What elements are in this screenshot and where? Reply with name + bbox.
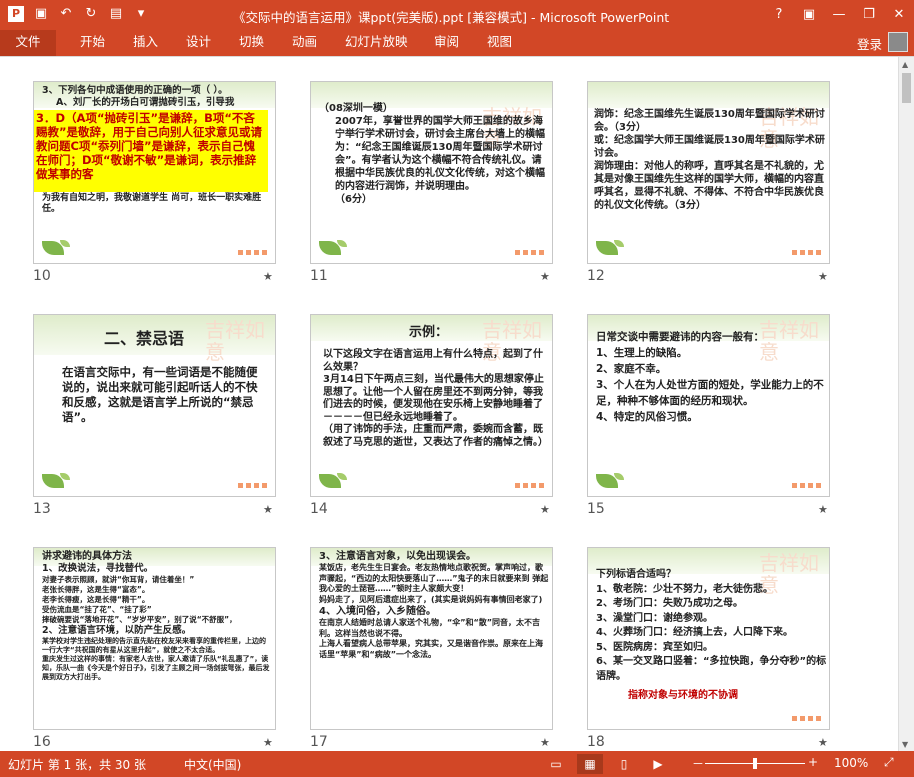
slide-text: 润饰：纪念王国维先生诞辰130周年暨国际学术研讨会。（3分） 或：纪念国学大师王… [594, 109, 825, 211]
slideshow-view-icon[interactable]: ▶ [645, 754, 671, 774]
star-icon[interactable]: ★ [263, 503, 273, 516]
scroll-up-icon[interactable]: ▲ [902, 60, 908, 69]
slide-number: 18 [587, 734, 605, 750]
slide-thumbnail-15[interactable]: 吉祥如意 日常交谈中需要避讳的内容一般有： 1、生理上的缺陷。 2、家庭不幸。 … [587, 314, 830, 497]
slide-number: 10 [33, 268, 51, 284]
tab-slideshow[interactable]: 幻灯片放映 [345, 30, 408, 56]
restore-button[interactable]: ❐ [854, 0, 884, 30]
scroll-thumb[interactable] [902, 73, 911, 103]
star-icon[interactable]: ★ [263, 736, 273, 749]
star-icon[interactable]: ★ [818, 270, 828, 283]
normal-view-icon[interactable]: ▭ [543, 754, 569, 774]
slide-thumbnail-18[interactable]: 吉祥如意 下列标语合适吗？ 1、敬老院：少壮不努力，老大徒伤悲。 2、考场门口：… [587, 547, 830, 730]
slide-text: 在语言交际中，有一些词语是不能随便说的，说出来就可能引起听话人的不快和反感，这就… [62, 365, 258, 424]
vertical-scrollbar[interactable]: ▲ ▼ [898, 57, 914, 752]
slide-number: 11 [310, 268, 328, 284]
zoom-level[interactable]: 100% [834, 756, 868, 770]
dots-decoration [238, 483, 267, 488]
slide-heading: 二、禁忌语 [104, 329, 185, 348]
dots-decoration [792, 716, 821, 721]
fit-to-window-icon[interactable]: ⤢ [884, 755, 894, 770]
save-icon[interactable]: ▣ [33, 6, 49, 22]
slide-sorter-view-icon[interactable]: ▦ [577, 754, 603, 774]
tab-animations[interactable]: 动画 [292, 30, 317, 56]
tab-review[interactable]: 审阅 [434, 30, 459, 56]
slide-note: 指称对象与环境的不协调 [628, 690, 738, 701]
slide-text: 日常交谈中需要避讳的内容一般有： 1、生理上的缺陷。 2、家庭不幸。 3、个人在… [596, 331, 824, 423]
powerpoint-logo-icon: P [8, 6, 24, 22]
slide-text: 以下这段文字在语言运用上有什么特点，起到了什么效果？ 3月14日下午两点三刻，当… [323, 349, 548, 448]
login-link[interactable]: 登录 [857, 34, 882, 53]
dots-decoration [515, 483, 544, 488]
window-title: 《交际中的语言运用》课ppt(完美版).ppt [兼容模式] - Microso… [233, 10, 670, 25]
slide-thumbnail-13[interactable]: 吉祥如意 二、禁忌语 在语言交际中，有一些词语是不能随便说的，说出来就可能引起听… [33, 314, 276, 497]
watermark: 吉祥如意 [205, 318, 265, 364]
dots-decoration [792, 483, 821, 488]
tab-view[interactable]: 视图 [487, 30, 512, 56]
ribbon-display-icon[interactable]: ▣ [794, 0, 824, 30]
zoom-out-button[interactable]: － [692, 755, 704, 772]
slide-text-tail: 为我有自知之明，我敬谢道学生 尚可，班长一职实难胜任。 [42, 193, 262, 214]
language-status[interactable]: 中文(中国) [184, 756, 241, 773]
help-icon[interactable]: ? [764, 0, 794, 30]
slide-thumbnail-11[interactable]: 吉祥如意 （08深圳一模） 2007年，享誉世界的国学大师王国维的故乡海宁举行学… [310, 81, 553, 264]
slide-sorter: 3、下列各句中成语使用的正确的一项（ ）。 A、刘厂长的开场白可谓抛砖引玉，引导… [0, 56, 914, 752]
slide-thumbnail-14[interactable]: 吉祥如意 示例： 以下这段文字在语言运用上有什么特点，起到了什么效果？ 3月14… [310, 314, 553, 497]
presentation-icon[interactable]: ▤ [108, 6, 124, 22]
zoom-slider-thumb[interactable] [753, 758, 757, 769]
avatar[interactable] [888, 32, 908, 52]
slide-thumbnail-10[interactable]: 3、下列各句中成语使用的正确的一项（ ）。 A、刘厂长的开场白可谓抛砖引玉，引导… [33, 81, 276, 264]
zoom-in-button[interactable]: + [808, 755, 818, 769]
tab-home[interactable]: 开始 [80, 30, 105, 56]
minimize-button[interactable]: — [824, 0, 854, 30]
quick-access-toolbar: P ▣ ↶ ↻ ▤ ▾ [8, 6, 149, 22]
dots-decoration [238, 250, 267, 255]
tab-transitions[interactable]: 切换 [239, 30, 264, 56]
slide-thumbnail-17[interactable]: 3、注意语言对象，以免出现误会。 某饭店，老先生生日宴会。老友热情地点歌祝贺。掌… [310, 547, 553, 730]
slide-heading: 示例： [409, 325, 449, 340]
tab-insert[interactable]: 插入 [133, 30, 158, 56]
ribbon-tabs: 文件 开始 插入 设计 切换 动画 幻灯片放映 审阅 视图 登录 [0, 30, 914, 56]
slide-count-status: 幻灯片 第 1 张，共 30 张 [8, 758, 146, 772]
slide-text: （08深圳一模） 2007年，享誉世界的国学大师王国维的故乡海宁举行学术研讨会，… [319, 103, 545, 205]
star-icon[interactable]: ★ [818, 736, 828, 749]
title-bar: P ▣ ↶ ↻ ▤ ▾ 《交际中的语言运用》课ppt(完美版).ppt [兼容模… [0, 0, 914, 30]
tab-file[interactable]: 文件 [0, 30, 56, 56]
tab-design[interactable]: 设计 [186, 30, 211, 56]
redo-icon[interactable]: ↻ [83, 6, 99, 22]
undo-icon[interactable]: ↶ [58, 6, 74, 22]
slide-number: 12 [587, 268, 605, 284]
answer-highlight: 3．D（A项“抛砖引玉”是谦辞，B项“不吝赐教”是敬辞，用于自己向别人征求意见或… [34, 110, 268, 192]
customize-icon[interactable]: ▾ [133, 6, 149, 22]
slide-text: 下列标语合适吗？ 1、敬老院：少壮不努力，老大徒伤悲。 2、考场门口：失败乃成功… [596, 569, 827, 682]
star-icon[interactable]: ★ [818, 503, 828, 516]
slide-text: 3、注意语言对象，以免出现误会。 某饭店，老先生生日宴会。老友热情地点歌祝贺。掌… [319, 551, 549, 659]
star-icon[interactable]: ★ [540, 503, 550, 516]
slide-number: 17 [310, 734, 328, 750]
slide-thumbnail-12[interactable]: 吉祥如意 润饰：纪念王国维先生诞辰130周年暨国际学术研讨会。（3分） 或：纪念… [587, 81, 830, 264]
star-icon[interactable]: ★ [540, 270, 550, 283]
close-button[interactable]: ✕ [884, 0, 914, 30]
slide-number: 15 [587, 501, 605, 517]
view-buttons: ▭ ▦ ▯ ▶ [543, 754, 671, 774]
dots-decoration [792, 250, 821, 255]
slide-text: 讲求避讳的具体方法 1、改换说法，寻找替代。 对妻子表示照顾，就讲“你耳背，请住… [42, 551, 270, 681]
star-icon[interactable]: ★ [540, 736, 550, 749]
slide-text: 3、下列各句中成语使用的正确的一项（ ）。 A、刘厂长的开场白可谓抛砖引玉，引导… [42, 85, 235, 108]
slide-number: 14 [310, 501, 328, 517]
slide-number: 13 [33, 501, 51, 517]
slide-number: 16 [33, 734, 51, 750]
scroll-down-icon[interactable]: ▼ [902, 740, 908, 749]
status-bar: 幻灯片 第 1 张，共 30 张 中文(中国) ▭ ▦ ▯ ▶ － + 100%… [0, 751, 914, 777]
dots-decoration [515, 250, 544, 255]
slide-thumbnail-16[interactable]: 讲求避讳的具体方法 1、改换说法，寻找替代。 对妻子表示照顾，就讲“你耳背，请住… [33, 547, 276, 730]
reading-view-icon[interactable]: ▯ [611, 754, 637, 774]
star-icon[interactable]: ★ [263, 270, 273, 283]
